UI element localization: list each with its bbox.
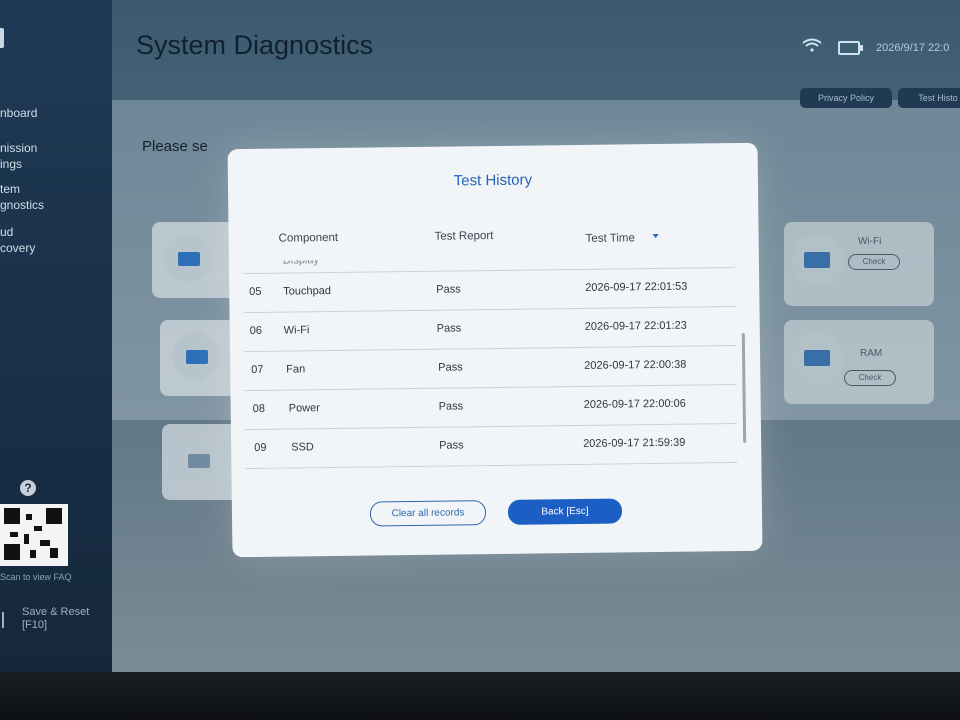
table-row: 06 Wi-Fi Pass 2026-09-17 22:01:23 bbox=[243, 307, 736, 353]
faq-label: Scan to view FAQ bbox=[0, 572, 72, 582]
page-title: System Diagnostics bbox=[136, 30, 374, 60]
row-component: Power bbox=[288, 402, 320, 415]
back-button[interactable]: Back [Esc] bbox=[507, 498, 623, 525]
keyboard-icon bbox=[188, 454, 210, 468]
test-history-button[interactable]: Test Histo bbox=[898, 88, 960, 108]
battery-icon bbox=[838, 41, 863, 55]
router-icon bbox=[804, 252, 830, 268]
ram-card-label: RAM bbox=[860, 348, 883, 359]
wifi-card[interactable]: Wi-Fi Check bbox=[784, 222, 934, 306]
row-time: 2026-09-17 22:00:38 bbox=[584, 358, 687, 372]
row-report: Pass bbox=[438, 400, 464, 413]
instruction-text: Please se bbox=[142, 138, 208, 155]
privacy-policy-button[interactable]: Privacy Policy bbox=[800, 88, 892, 108]
table-row: 07 Fan Pass 2026-09-17 22:00:38 bbox=[244, 346, 737, 392]
row-component: SSD bbox=[291, 441, 314, 454]
row-report: Pass bbox=[438, 361, 463, 374]
sidebar-item-system-diagnostics[interactable]: tem gnostics bbox=[0, 181, 44, 213]
test-history-dialog: Test History Component Test Report Test … bbox=[227, 142, 763, 558]
wifi-icon bbox=[802, 38, 822, 52]
table-row: 09 SSD Pass 2026-09-17 21:59:39 bbox=[244, 424, 738, 470]
row-component: Wi-Fi bbox=[283, 324, 310, 337]
logo-icon bbox=[0, 28, 4, 48]
row-component: Touchpad bbox=[283, 284, 332, 298]
row-time: 2026-09-17 22:01:23 bbox=[584, 319, 687, 333]
ram-icon bbox=[804, 350, 830, 366]
row-time: 2026-09-17 22:01:53 bbox=[585, 280, 688, 294]
dialog-title: Test History bbox=[453, 171, 533, 190]
row-report: Pass bbox=[439, 439, 464, 452]
column-header-component[interactable]: Component bbox=[279, 232, 339, 245]
cpu-icon bbox=[178, 252, 200, 266]
column-header-time[interactable]: Test Time bbox=[586, 232, 635, 245]
row-component: Display bbox=[282, 254, 320, 267]
sidebar-item-permission-settings[interactable]: nission ings bbox=[0, 140, 37, 172]
scrollbar[interactable] bbox=[741, 332, 747, 443]
wifi-check-button[interactable]: Check bbox=[848, 254, 900, 270]
table-row: 08 Power Pass 2026-09-17 22:00:06 bbox=[244, 385, 737, 431]
sidebar-item-cloud-recovery[interactable]: ud covery bbox=[0, 224, 35, 256]
history-list[interactable]: Display 05 Touchpad Pass 2026-09-17 22:0… bbox=[242, 254, 750, 470]
row-number: 07 bbox=[251, 363, 264, 376]
sort-down-icon[interactable] bbox=[652, 233, 659, 239]
save-reset-button[interactable]: Save & Reset [F10] bbox=[22, 606, 89, 632]
help-icon[interactable]: ? bbox=[20, 480, 36, 496]
row-time: 2026-09-17 21:59:39 bbox=[583, 436, 686, 450]
datetime: 2026/9/17 22:0 bbox=[876, 42, 950, 54]
clear-all-records-button[interactable]: Clear all records bbox=[369, 500, 487, 527]
sidebar: nboard nission ings tem gnostics ud cove… bbox=[0, 0, 112, 672]
row-number: 08 bbox=[252, 402, 266, 415]
ram-card[interactable]: RAM Check bbox=[784, 320, 934, 404]
qr-code bbox=[0, 504, 68, 566]
wifi-card-label: Wi-Fi bbox=[858, 236, 882, 247]
screen-bezel bbox=[0, 672, 960, 720]
row-report: Pass bbox=[436, 322, 462, 335]
column-header-report[interactable]: Test Report bbox=[435, 230, 494, 243]
ram-check-button[interactable]: Check bbox=[844, 370, 896, 386]
screen: nboard nission ings tem gnostics ud cove… bbox=[0, 0, 960, 720]
row-report: Pass bbox=[436, 283, 461, 296]
row-number: 09 bbox=[254, 441, 267, 454]
table-row: 05 Touchpad Pass 2026-09-17 22:01:53 bbox=[243, 268, 736, 314]
row-time: 2026-09-17 22:00:06 bbox=[583, 397, 686, 411]
exit-icon bbox=[2, 612, 8, 628]
row-number: 06 bbox=[249, 324, 263, 337]
display-icon bbox=[186, 350, 208, 364]
row-component: Fan bbox=[286, 363, 306, 376]
row-number: 05 bbox=[249, 285, 262, 298]
sidebar-item-dashboard[interactable]: nboard bbox=[0, 105, 37, 121]
